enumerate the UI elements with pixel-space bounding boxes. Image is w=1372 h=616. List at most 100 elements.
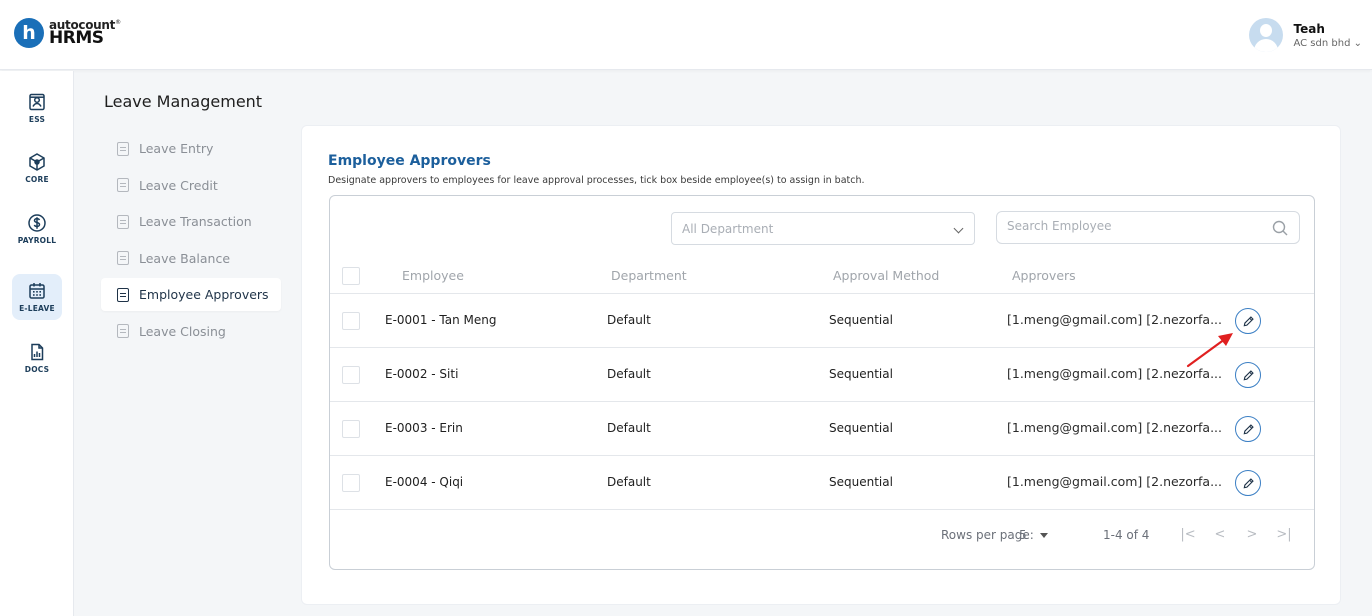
logo-mark: h <box>14 18 44 48</box>
department-cell: Default <box>607 475 651 489</box>
document-icon <box>117 251 129 265</box>
table-row: E-0001 - Tan Meng Default Sequential [1.… <box>330 294 1314 348</box>
rail-label-payroll: PAYROLL <box>17 236 57 245</box>
submenu-label: Leave Transaction <box>139 214 252 229</box>
rail-item-docs[interactable]: DOCS <box>12 335 62 381</box>
submenu-item-leave-transaction[interactable]: Leave Transaction <box>101 205 281 238</box>
first-page-button[interactable]: |< <box>1178 524 1198 544</box>
user-menu[interactable]: Teah AC sdn bhd ⌄ <box>1249 18 1362 52</box>
submenu-label: Leave Closing <box>139 323 226 339</box>
approval-method-cell: Sequential <box>829 367 893 381</box>
approval-method-cell: Sequential <box>829 313 893 327</box>
table-row: E-0002 - Siti Default Sequential [1.meng… <box>330 348 1314 402</box>
column-header-approval-method[interactable]: Approval Method <box>833 268 939 283</box>
table-row: E-0003 - Erin Default Sequential [1.meng… <box>330 402 1314 456</box>
pagination-range: 1-4 of 4 <box>1103 528 1150 542</box>
employee-cell: E-0002 - Siti <box>385 367 459 381</box>
dollar-icon <box>28 214 46 232</box>
document-icon <box>117 214 129 229</box>
rail-item-e-leave[interactable]: E-LEAVE <box>12 274 62 320</box>
approval-method-cell: Sequential <box>829 475 893 489</box>
user-company: AC sdn bhd <box>1293 37 1351 49</box>
approvers-cell: [1.meng@gmail.com] [2.nezorfa... <box>1007 312 1223 327</box>
chevron-down-icon <box>953 223 964 234</box>
department-cell: Default <box>607 313 651 327</box>
table-row: E-0004 - Qiqi Default Sequential [1.meng… <box>330 456 1314 510</box>
department-cell: Default <box>607 421 651 435</box>
pagination: Rows per page: 5 1-4 of 4 |< < > >| <box>330 511 1314 561</box>
logo-registered-mark: ® <box>115 19 121 26</box>
row-checkbox[interactable] <box>342 366 360 384</box>
submenu-item-leave-balance[interactable]: Leave Balance <box>101 242 281 275</box>
employee-approvers-panel: Employee Approvers Designate approvers t… <box>301 125 1341 605</box>
submenu-label: Leave Balance <box>139 250 231 266</box>
row-checkbox[interactable] <box>342 474 360 492</box>
employee-cell: E-0004 - Qiqi <box>385 475 464 489</box>
previous-page-button[interactable]: < <box>1210 524 1230 544</box>
search-input[interactable] <box>1007 219 1247 233</box>
document-icon <box>117 287 129 302</box>
approvers-cell: [1.meng@gmail.com] [2.nezorfa... <box>1007 474 1223 489</box>
table-header: Employee Department Approval Method Appr… <box>330 258 1314 294</box>
select-all-checkbox[interactable] <box>342 267 360 285</box>
rail-label-docs: DOCS <box>24 365 50 374</box>
user-name: Teah <box>1293 21 1325 36</box>
pencil-icon <box>1243 423 1254 434</box>
approvers-cell: [1.meng@gmail.com] [2.nezorfa... <box>1007 420 1223 435</box>
submenu-label: Leave Entry <box>139 141 214 156</box>
department-filter-value: All Department <box>682 221 774 236</box>
caret-down-icon[interactable] <box>1040 533 1048 538</box>
employee-cell: E-0003 - Erin <box>385 421 463 435</box>
section-title: Leave Management <box>104 92 263 111</box>
rail-label-ess: ESS <box>28 115 46 124</box>
next-page-button[interactable]: > <box>1242 524 1262 544</box>
column-header-approvers[interactable]: Approvers <box>1012 268 1076 283</box>
document-icon <box>117 324 129 338</box>
approval-method-cell: Sequential <box>829 421 893 435</box>
pencil-icon <box>1243 369 1254 380</box>
rail-item-ess[interactable]: ESS <box>12 85 62 131</box>
row-checkbox[interactable] <box>342 312 360 330</box>
submenu-label: Leave Credit <box>139 177 218 193</box>
page-title: Employee Approvers <box>328 153 491 169</box>
rail-label-core: CORE <box>25 175 49 184</box>
rail-label-e-leave: E-LEAVE <box>19 304 55 313</box>
pencil-icon <box>1243 315 1254 326</box>
rail-item-core[interactable]: CORE <box>12 145 62 191</box>
submenu-item-leave-closing[interactable]: Leave Closing <box>101 315 281 348</box>
logo-wordmark-bottom: HRMS <box>49 28 104 48</box>
edit-approvers-button[interactable] <box>1235 416 1261 442</box>
id-card-icon <box>29 93 45 111</box>
department-filter-select[interactable]: All Department <box>671 212 975 245</box>
last-page-button[interactable]: >| <box>1274 524 1294 544</box>
row-checkbox[interactable] <box>342 420 360 438</box>
edit-approvers-button[interactable] <box>1235 362 1261 388</box>
search-icon[interactable] <box>1272 220 1288 236</box>
avatar <box>1249 18 1284 52</box>
submenu-item-leave-entry[interactable]: Leave Entry <box>101 132 281 165</box>
top-bar: h autocount® HRMS Teah AC sdn bhd ⌄ <box>0 0 1372 70</box>
submenu-item-leave-credit[interactable]: Leave Credit <box>101 169 281 202</box>
submenu-label: Employee Approvers <box>139 287 269 302</box>
edit-approvers-button[interactable] <box>1235 470 1261 496</box>
document-chart-icon <box>31 343 44 361</box>
document-icon <box>117 141 129 156</box>
app-logo[interactable]: h autocount® HRMS <box>14 18 121 48</box>
submenu-item-employee-approvers[interactable]: Employee Approvers <box>101 278 281 311</box>
page-description: Designate approvers to employees for lea… <box>328 175 865 186</box>
department-cell: Default <box>607 367 651 381</box>
column-header-department[interactable]: Department <box>611 268 687 283</box>
edit-approvers-button[interactable] <box>1235 308 1261 334</box>
rows-per-page-select[interactable]: 5 <box>1019 528 1027 542</box>
column-header-employee[interactable]: Employee <box>402 268 464 283</box>
leave-submenu: Leave Entry Leave Credit Leave Transacti… <box>101 132 281 351</box>
employee-search-box <box>996 211 1300 244</box>
module-rail: ESS CORE PAYROLL E-LEAVE DOCS <box>0 71 74 616</box>
rail-item-payroll[interactable]: PAYROLL <box>12 206 62 252</box>
pencil-icon <box>1243 477 1254 488</box>
approvers-cell: [1.meng@gmail.com] [2.nezorfa... <box>1007 366 1223 381</box>
approvers-table-card: All Department Employee Department Appro… <box>329 195 1315 570</box>
cube-icon <box>29 153 45 171</box>
chevron-down-icon: ⌄ <box>1353 37 1362 49</box>
document-icon <box>117 178 129 192</box>
